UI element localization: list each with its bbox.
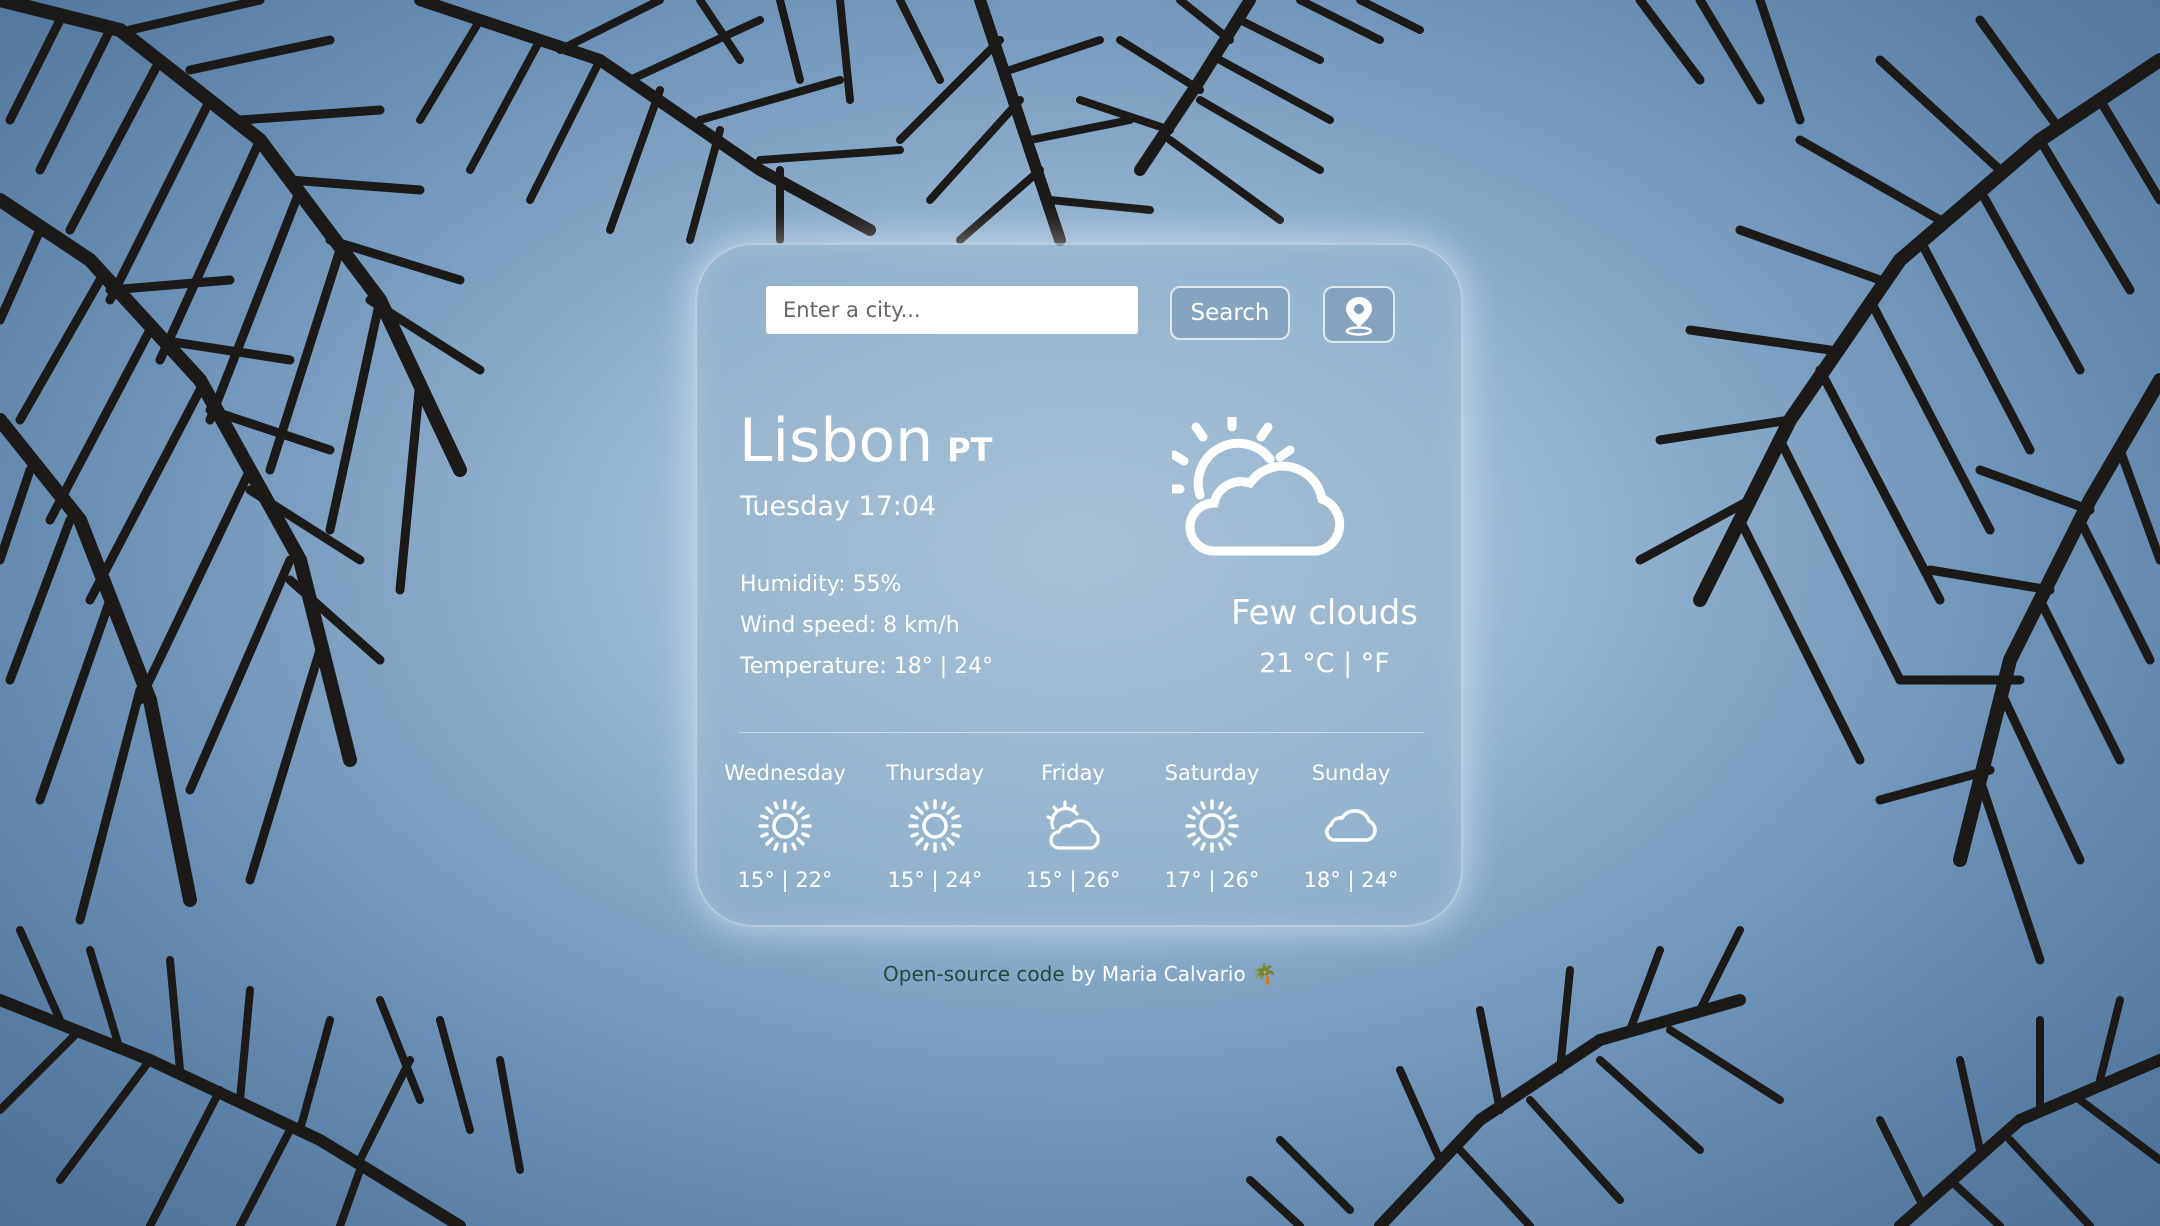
weather-description: Few clouds — [1230, 593, 1419, 633]
search-button[interactable]: Search — [1170, 286, 1290, 340]
open-source-code-link[interactable]: Open-source code — [883, 962, 1065, 986]
current-location-button[interactable] — [1323, 286, 1395, 343]
sun-icon — [908, 799, 962, 853]
forecast-temps: 15° | 24° — [887, 868, 983, 892]
sun-icon — [1185, 799, 1239, 853]
current-datetime: Tuesday 17:04 — [740, 491, 937, 522]
wind-speed-text: Wind speed: 8 km/h — [740, 613, 960, 638]
forecast-day-friday: Friday 15° | 26° — [1003, 758, 1143, 892]
sun-behind-cloud-icon — [1172, 417, 1345, 556]
footer: Open-source code by Maria Calvario 🌴 — [0, 962, 2160, 986]
forecast-day-name: Thursday — [886, 761, 984, 785]
palm-tree-icon: 🌴 — [1252, 962, 1277, 986]
forecast-temps: 15° | 22° — [737, 868, 833, 892]
forecast-temps: 15° | 26° — [1025, 868, 1121, 892]
divider — [739, 732, 1424, 733]
city-name: Lisbon PT — [739, 406, 993, 476]
humidity-text: Humidity: 55% — [740, 572, 902, 597]
cloud-icon — [1325, 809, 1377, 842]
city-search-input[interactable] — [766, 286, 1138, 334]
forecast-day-sunday: Sunday 18° | 24° — [1281, 758, 1421, 892]
forecast-day-thursday: Thursday 15° | 24° — [865, 758, 1005, 892]
partly-cloudy-icon — [1046, 800, 1100, 850]
forecast-day-name: Friday — [1041, 761, 1105, 785]
forecast-day-saturday: Saturday 17° | 26° — [1142, 758, 1282, 892]
sun-icon — [758, 799, 812, 853]
current-temperature: 21 °C | °F — [1259, 648, 1390, 679]
forecast-temps: 17° | 26° — [1164, 868, 1260, 892]
forecast-day-name: Wednesday — [724, 761, 846, 785]
forecast-day-name: Saturday — [1164, 761, 1260, 785]
forecast-day-name: Sunday — [1311, 761, 1391, 785]
country-code: PT — [947, 431, 993, 469]
footer-credit-text: by Maria Calvario — [1064, 962, 1253, 986]
forecast-day-wednesday: Wednesday 15° | 22° — [715, 758, 855, 892]
weather-card: Search LisbonPT Tuesday 17:04 Humidity: … — [695, 243, 1463, 927]
temperature-range-text: Temperature: 18° | 24° — [740, 654, 994, 679]
forecast-temps: 18° | 24° — [1303, 868, 1399, 892]
location-pin-icon — [1345, 296, 1373, 336]
